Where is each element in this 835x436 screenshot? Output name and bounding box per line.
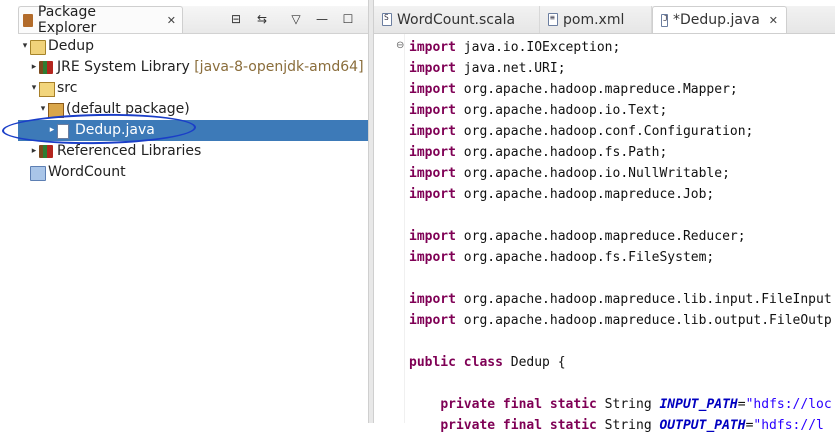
tree-item[interactable]: ▾ Dedup: [18, 36, 368, 57]
expanded-arrow-icon[interactable]: ▾: [29, 78, 39, 99]
code-line: import org.apache.hadoop.conf.Configurat…: [409, 124, 754, 139]
tree-item-label: WordCount: [48, 164, 126, 180]
code-line: import java.io.IOException;: [409, 40, 621, 55]
project-tree: ▾ Dedup ▸ JRE System Library [java-8-openjd…: [18, 36, 368, 183]
code-line: import org.apache.hadoop.fs.FileSystem;: [409, 250, 715, 265]
file-icon: J: [661, 13, 668, 27]
tree-item-label: JRE System Library [java-8-openjdk-amd64…: [57, 59, 364, 75]
expanded-arrow-icon[interactable]: ▾: [20, 36, 30, 57]
library-icon: [39, 145, 53, 158]
code-line: import org.apache.hadoop.mapreduce.Reduc…: [409, 229, 746, 244]
explorer-tab-bar: Package Explorer ✕ ⊟ ⇆ ▽ — ☐: [18, 4, 368, 36]
collapsed-arrow-icon[interactable]: ▸: [29, 141, 39, 162]
tree-item-label: Referenced Libraries: [57, 143, 202, 159]
code-line: import org.apache.hadoop.mapreduce.Job;: [409, 187, 715, 202]
editor-tab[interactable]: ≡ pom.xml: [540, 6, 652, 33]
project-icon: [30, 40, 46, 55]
editor-tab[interactable]: J *Dedup.java ✕: [652, 6, 787, 33]
editor-area: S WordCount.scala ≡ pom.xml J *Dedup.java ✕ ⊖ …: [374, 0, 835, 433]
link-with-editor-icon[interactable]: ⇆: [254, 11, 270, 27]
collapse-all-icon[interactable]: ⊟: [228, 11, 244, 27]
tree-item[interactable]: WordCount: [18, 162, 368, 183]
tree-item-decoration: [java-8-openjdk-amd64]: [189, 59, 364, 75]
code-text[interactable]: import java.io.IOException; import java.n…: [409, 37, 832, 436]
file-icon: ≡: [548, 13, 558, 26]
code-line: import org.apache.hadoop.fs.Path;: [409, 145, 668, 160]
maximize-icon[interactable]: ☐: [340, 11, 356, 27]
editor-tab-label: pom.xml: [563, 11, 625, 28]
tree-item-label: src: [57, 80, 78, 96]
package-explorer-title: Package Explorer: [37, 4, 97, 36]
code-line: import java.net.URI;: [409, 61, 566, 76]
code-line: import org.apache.hadoop.mapreduce.lib.i…: [409, 292, 832, 307]
editor-ruler: [374, 34, 405, 423]
close-icon[interactable]: ✕: [167, 14, 176, 27]
editor-tab[interactable]: S WordCount.scala: [374, 6, 540, 33]
file-icon: S: [382, 13, 392, 26]
close-icon[interactable]: ✕: [769, 14, 778, 27]
editor-tab-label: *Dedup.java: [672, 12, 760, 28]
code-line: import org.apache.hadoop.io.Text;: [409, 103, 668, 118]
fold-collapse-icon[interactable]: ⊖: [396, 40, 404, 51]
tree-item-label: Dedup: [48, 38, 95, 54]
collapsed-arrow-icon[interactable]: ▸: [29, 57, 39, 78]
code-line: import org.apache.hadoop.mapreduce.Mappe…: [409, 82, 738, 97]
editor-tab-label: WordCount.scala: [397, 11, 516, 28]
code-line: private final static String INPUT_PATH="…: [440, 397, 832, 412]
minimize-icon[interactable]: —: [314, 11, 330, 27]
source-folder-icon: [39, 82, 55, 97]
tree-item[interactable]: ▸ JRE System Library [java-8-openjdk-amd6…: [18, 57, 368, 78]
library-icon: [39, 61, 53, 74]
package-explorer-icon: [23, 13, 33, 27]
code-line: public class Dedup {: [409, 355, 566, 370]
package-explorer-view: Package Explorer ✕ ⊟ ⇆ ▽ — ☐ ▾ Dedup ▸ JRE …: [0, 0, 368, 423]
editor-tab-bar: S WordCount.scala ≡ pom.xml J *Dedup.java ✕: [374, 6, 835, 34]
folder-icon: [30, 166, 46, 181]
tree-item[interactable]: ▸ Referenced Libraries: [18, 141, 368, 162]
code-line: private final static String OUTPUT_PATH=…: [440, 418, 824, 433]
tree-item[interactable]: ▾ src: [18, 78, 368, 99]
package-explorer-tab[interactable]: Package Explorer ✕: [18, 4, 183, 36]
code-line: import org.apache.hadoop.io.NullWritable…: [409, 166, 730, 181]
code-line: import org.apache.hadoop.mapreduce.lib.o…: [409, 313, 832, 328]
view-menu-icon[interactable]: ▽: [288, 11, 304, 27]
